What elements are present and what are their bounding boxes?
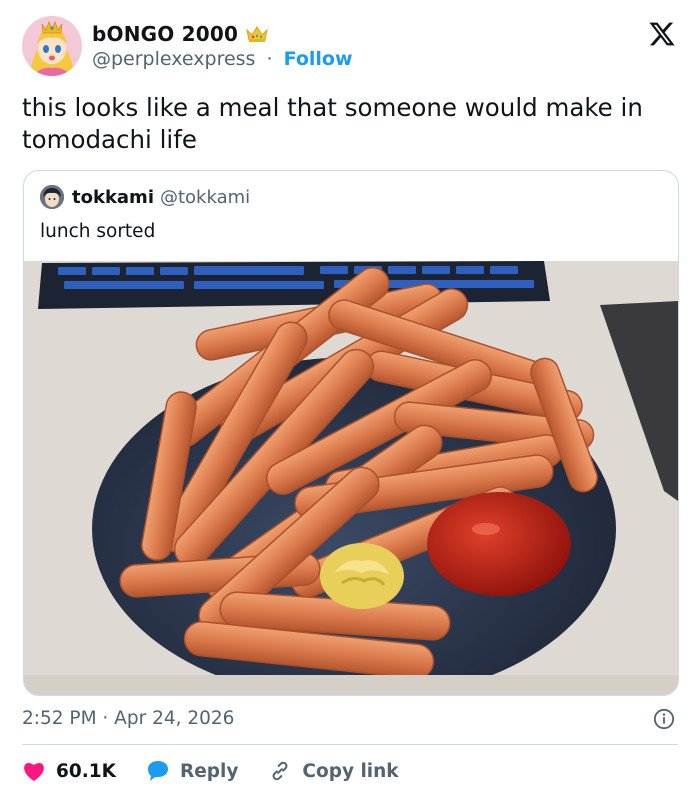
author-avatar[interactable] — [22, 16, 82, 76]
quoted-tweet[interactable]: tokkami @tokkami lunch sorted — [23, 170, 679, 696]
quoted-author-handle[interactable]: @tokkami — [160, 187, 250, 208]
info-icon[interactable] — [653, 708, 675, 730]
tweet-timestamp[interactable]: 2:52 PM · Apr 24, 2026 — [22, 708, 234, 729]
link-icon — [272, 761, 288, 781]
quoted-author-name[interactable]: tokkami — [72, 187, 154, 208]
crown-icon — [246, 26, 268, 42]
tweet-text: this looks like a meal that someone woul… — [22, 93, 643, 154]
author-display-name[interactable]: bONGO 2000 — [92, 22, 238, 46]
like-button[interactable]: 60.1K — [22, 760, 116, 782]
follow-button[interactable]: Follow — [284, 48, 353, 70]
reply-button[interactable]: Reply — [146, 760, 238, 782]
author-handle[interactable]: @perplexexpress — [92, 48, 255, 70]
action-bar: 60.1K Reply Copy link — [22, 756, 429, 786]
handle-separator: · — [266, 48, 273, 70]
tweet-header: bONGO 2000 @perplexexpress · Follow — [22, 14, 682, 78]
divider — [22, 744, 678, 745]
copy-link-label: Copy link — [302, 760, 399, 782]
like-count: 60.1K — [56, 760, 116, 782]
quoted-tweet-photo[interactable] — [24, 261, 678, 695]
x-logo-icon[interactable] — [648, 20, 676, 48]
heart-icon — [24, 763, 44, 781]
quoted-author-avatar[interactable] — [40, 185, 64, 209]
copy-link-button[interactable]: Copy link — [268, 760, 399, 782]
reply-label: Reply — [179, 760, 239, 782]
quoted-tweet-text: lunch sorted — [40, 221, 156, 242]
speech-bubble-icon — [147, 761, 168, 781]
